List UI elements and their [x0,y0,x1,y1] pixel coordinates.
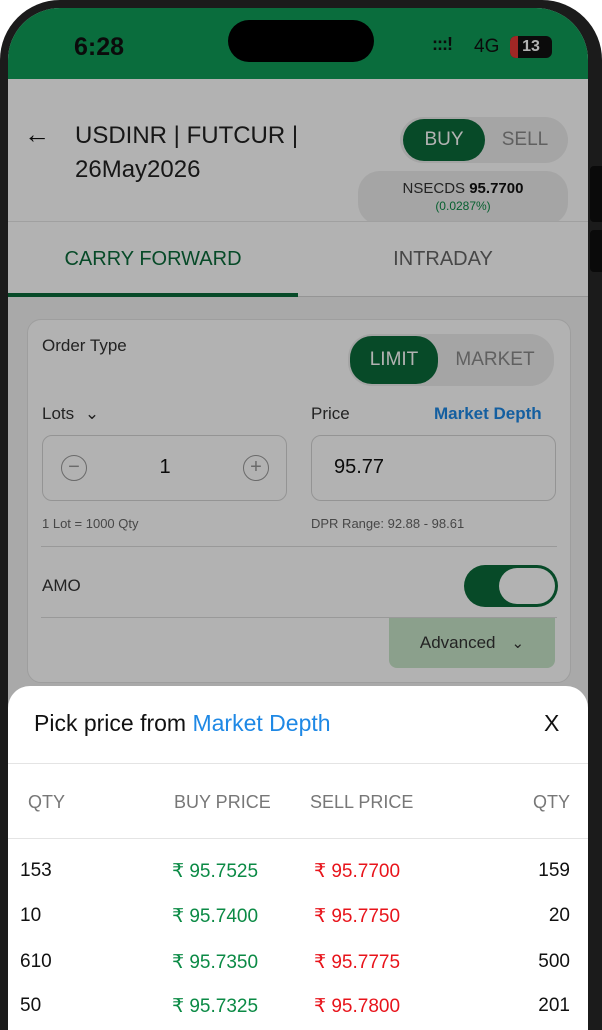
buy-price[interactable]: ₹ 95.7350 [172,951,258,974]
sell-price[interactable]: ₹ 95.7775 [314,951,400,974]
buy-price[interactable]: ₹ 95.7325 [172,995,258,1018]
sell-qty: 20 [548,905,570,926]
side-button-upper [590,166,602,222]
market-depth-sheet: Pick price from Market Depth X QTY BUY P… [8,686,588,1030]
sheet-title: Pick price from Market Depth [34,710,331,737]
sheet-title-link: Market Depth [192,710,331,736]
screen: 6:28 :::! 4G 13 ← USDINR | FUTCUR | 26Ma… [8,8,588,1030]
sell-price[interactable]: ₹ 95.7700 [314,860,400,883]
side-button-lower [590,230,602,272]
buy-qty: 153 [20,860,52,881]
buy-price[interactable]: ₹ 95.7400 [172,905,258,928]
sell-price[interactable]: ₹ 95.7750 [314,905,400,928]
buy-qty: 50 [20,995,42,1016]
sell-qty: 159 [538,860,570,881]
sell-price[interactable]: ₹ 95.7800 [314,995,400,1018]
buy-price[interactable]: ₹ 95.7525 [172,860,258,883]
column-header-buy-qty: QTY [28,792,66,812]
buy-qty: 610 [20,951,52,972]
divider [8,763,588,764]
sell-qty: 201 [538,995,570,1016]
column-header-sell-qty: QTY [532,792,570,812]
sell-qty: 500 [538,951,570,972]
close-button[interactable]: X [544,710,559,737]
sheet-title-prefix: Pick price from [34,710,187,736]
divider [8,838,588,839]
column-header-sell-price: SELL PRICE [310,792,414,812]
buy-qty: 10 [20,905,42,926]
phone-frame: 6:28 :::! 4G 13 ← USDINR | FUTCUR | 26Ma… [0,0,602,1030]
column-header-buy-price: BUY PRICE [174,792,271,812]
